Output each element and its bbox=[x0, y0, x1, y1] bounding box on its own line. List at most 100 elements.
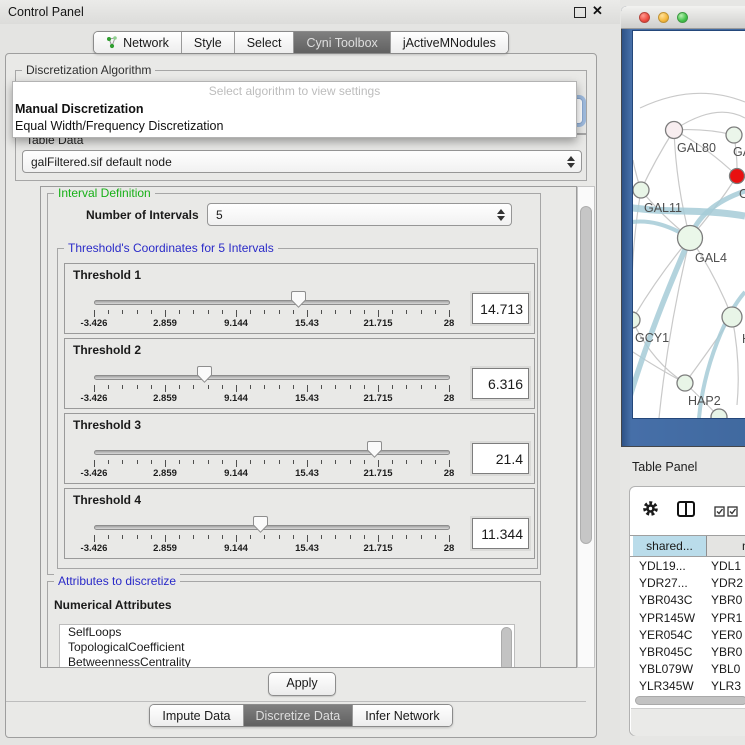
threshold-1-box: Threshold 1-3.4262.8599.14415.4321.71528… bbox=[64, 263, 535, 334]
minimize-traffic-light-icon[interactable] bbox=[658, 12, 669, 23]
table-data-group: Table Data galFiltered.sif default node bbox=[15, 134, 587, 181]
tab-impute-data[interactable]: Impute Data bbox=[150, 705, 243, 726]
threshold-slider-thumb[interactable] bbox=[367, 441, 382, 458]
tab-select[interactable]: Select bbox=[235, 32, 295, 53]
apply-button[interactable]: Apply bbox=[268, 672, 336, 696]
threshold-value-field[interactable]: 11.344 bbox=[472, 518, 529, 549]
popup-option-manual-discretization[interactable]: Manual Discretization bbox=[13, 101, 576, 118]
threshold-label: Threshold 4 bbox=[73, 493, 141, 507]
cell-shared-name: YPR145W bbox=[630, 610, 705, 627]
cell-shared-name: YBR043C bbox=[630, 592, 705, 609]
cell-shared-name: YLR345W bbox=[630, 678, 705, 695]
number-of-intervals-label: Number of Intervals bbox=[86, 208, 199, 222]
table-hscrollbar-thumb[interactable] bbox=[635, 696, 745, 705]
tab-label: jActiveMNodules bbox=[403, 36, 496, 50]
cell-name: YDR2 bbox=[705, 575, 743, 592]
svg-text:C: C bbox=[739, 187, 745, 201]
list-scrollbar-thumb[interactable] bbox=[501, 627, 512, 668]
popup-hint: Select algorithm to view settings bbox=[13, 82, 576, 101]
table-row[interactable]: YLR345WYLR3 bbox=[630, 678, 745, 695]
attributes-group: Attributes to discretize Numerical Attri… bbox=[47, 581, 541, 668]
discretization-algorithm-title: Discretization Algorithm bbox=[22, 63, 155, 77]
threshold-value-field[interactable]: 6.316 bbox=[472, 368, 529, 399]
table-rows: YDL19...YDL1YDR27...YDR2YBR043CYBR0YPR14… bbox=[630, 558, 745, 696]
threshold-coordinates-title: Threshold's Coordinates for 5 Intervals bbox=[64, 241, 278, 255]
table-row[interactable]: YDL19...YDL1 bbox=[630, 558, 745, 575]
tab-jactivemnodules[interactable]: jActiveMNodules bbox=[391, 32, 508, 53]
settings-scrollbar[interactable] bbox=[577, 186, 595, 668]
checkbox-icon[interactable] bbox=[714, 504, 725, 522]
cell-shared-name: YDR27... bbox=[630, 575, 705, 592]
cell-name: YER0 bbox=[705, 627, 742, 644]
table-row[interactable]: YPR145WYPR1 bbox=[630, 610, 745, 627]
svg-text:GAL4: GAL4 bbox=[695, 251, 727, 265]
svg-text:GA: GA bbox=[733, 145, 745, 159]
table-data-combo[interactable]: galFiltered.sif default node bbox=[22, 150, 582, 173]
cell-name: YPR1 bbox=[705, 610, 742, 627]
threshold-value-field[interactable]: 21.4 bbox=[472, 443, 529, 474]
close-icon[interactable]: ✕ bbox=[592, 3, 603, 19]
threshold-value-field[interactable]: 14.713 bbox=[472, 293, 529, 324]
combo-stepper-icon[interactable] bbox=[566, 156, 575, 168]
attribute-item-topologicalcoefficient[interactable]: TopologicalCoefficient bbox=[60, 640, 514, 655]
table-row[interactable]: YDR27...YDR2 bbox=[630, 575, 745, 592]
tab-style[interactable]: Style bbox=[182, 32, 235, 53]
table-row[interactable]: YER054CYER0 bbox=[630, 627, 745, 644]
network-icon bbox=[106, 36, 118, 49]
threshold-slider-track[interactable] bbox=[94, 450, 450, 455]
cell-name: YBR0 bbox=[705, 644, 742, 661]
threshold-slider-thumb[interactable] bbox=[197, 366, 212, 383]
threshold-2-box: Threshold 2-3.4262.8599.14415.4321.71528… bbox=[64, 338, 535, 409]
threshold-slider-track[interactable] bbox=[94, 525, 450, 530]
tab-discretize-data[interactable]: Discretize Data bbox=[244, 705, 354, 726]
cell-shared-name: YBL079W bbox=[630, 661, 705, 678]
cell-shared-name: YER054C bbox=[630, 627, 705, 644]
attribute-item-selfloops[interactable]: SelfLoops bbox=[60, 625, 514, 640]
table-row[interactable]: YBL079WYBL0 bbox=[630, 661, 745, 678]
svg-text:GAL80: GAL80 bbox=[677, 141, 716, 155]
interval-definition-title: Interval Definition bbox=[54, 186, 155, 200]
zoom-traffic-light-icon[interactable] bbox=[677, 12, 688, 23]
numerical-attributes-label: Numerical Attributes bbox=[54, 598, 172, 612]
tab-label: Network bbox=[123, 36, 169, 50]
float-window-icon[interactable] bbox=[574, 7, 586, 18]
network-canvas[interactable]: GAL80GACGAL11GAL4GCY1HHAP2 bbox=[633, 31, 745, 418]
table-panel-toolbar bbox=[630, 487, 745, 534]
close-traffic-light-icon[interactable] bbox=[639, 12, 650, 23]
tab-infer-network[interactable]: Infer Network bbox=[353, 705, 451, 726]
table-data-combo-value: galFiltered.sif default node bbox=[31, 155, 172, 169]
top-tab-bar: Network Style Select Cyni Toolbox jActiveMNo… bbox=[5, 31, 597, 54]
threshold-slider-track[interactable] bbox=[94, 300, 450, 305]
table-panel-footer bbox=[631, 708, 745, 736]
network-window-titlebar bbox=[621, 6, 745, 29]
tab-cyni-toolbox[interactable]: Cyni Toolbox bbox=[294, 32, 390, 53]
interval-definition-group: Interval Definition Number of Intervals … bbox=[47, 193, 541, 575]
settings-scrollbar-thumb[interactable] bbox=[580, 206, 592, 544]
table-row[interactable]: YBR045CYBR0 bbox=[630, 644, 745, 661]
tab-label: Cyni Toolbox bbox=[306, 36, 377, 50]
columns-icon[interactable] bbox=[677, 501, 695, 522]
threshold-label: Threshold 1 bbox=[73, 268, 141, 282]
table-panel-title: Table Panel bbox=[632, 460, 697, 474]
column-header-name[interactable]: n bbox=[707, 536, 745, 556]
popup-option-equal-width-frequency[interactable]: Equal Width/Frequency Discretization bbox=[13, 118, 576, 135]
number-of-intervals-combo[interactable]: 5 bbox=[207, 203, 512, 226]
cell-name: YLR3 bbox=[705, 678, 741, 695]
gear-icon[interactable] bbox=[642, 500, 659, 522]
table-row[interactable]: YBR043CYBR0 bbox=[630, 592, 745, 609]
combo-stepper-icon[interactable] bbox=[496, 209, 505, 221]
threshold-coordinates-group: Threshold's Coordinates for 5 Intervals … bbox=[57, 248, 538, 569]
algorithm-dropdown-popup: Select algorithm to view settings Manual… bbox=[12, 81, 577, 138]
checkbox-icon[interactable] bbox=[727, 504, 738, 522]
attribute-item-betweennesscentrality[interactable]: BetweennessCentrality bbox=[60, 655, 514, 668]
column-header-shared-name[interactable]: shared... bbox=[633, 536, 707, 556]
tab-label: Discretize Data bbox=[256, 709, 341, 723]
tab-label: Style bbox=[194, 36, 222, 50]
threshold-slider-thumb[interactable] bbox=[291, 291, 306, 308]
tab-network[interactable]: Network bbox=[94, 32, 182, 53]
threshold-slider-track[interactable] bbox=[94, 375, 450, 380]
numerical-attributes-list[interactable]: SelfLoopsTopologicalCoefficientBetweenne… bbox=[59, 624, 515, 668]
threshold-slider-thumb[interactable] bbox=[253, 516, 268, 533]
bottom-tab-bar: Impute Data Discretize Data Infer Network bbox=[5, 704, 597, 727]
svg-text:HAP2: HAP2 bbox=[688, 394, 721, 408]
